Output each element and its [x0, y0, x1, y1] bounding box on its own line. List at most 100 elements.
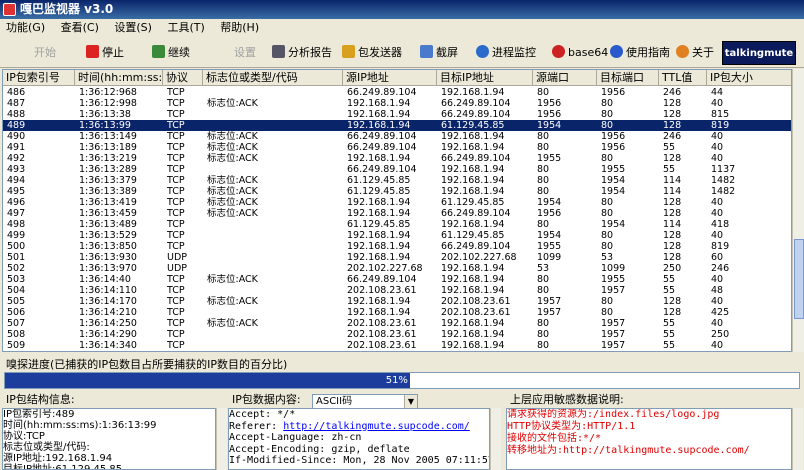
- table-cell: TCP: [167, 175, 185, 186]
- table-row[interactable]: 496 1:36:13:419 TCP 标志位:ACK 192.168.1.94 61.1…: [3, 197, 791, 208]
- table-cell: 128: [663, 230, 682, 241]
- table-cell: 80: [537, 186, 550, 197]
- table-row[interactable]: 488 1:36:13:38 TCP 192.168.1.94 66.249.89.10…: [3, 109, 791, 120]
- table-row[interactable]: 497 1:36:13:459 TCP 标志位:ACK 192.168.1.94 66.2…: [3, 208, 791, 219]
- table-row[interactable]: 499 1:36:13:529 TCP 192.168.1.94 61.129.45.8…: [3, 230, 791, 241]
- menu-settings[interactable]: 设置(S): [108, 19, 158, 37]
- table-cell: 80: [537, 175, 550, 186]
- table-cell: 80: [601, 307, 614, 318]
- sensitive-pane[interactable]: 请求获得的资源为:/index.files/logo.jpg HTTP协议类型为:…: [506, 408, 792, 470]
- table-row[interactable]: 494 1:36:13:379 TCP 标志位:ACK 61.129.45.85 192.…: [3, 175, 791, 186]
- column-header[interactable]: 目标IP地址: [437, 70, 533, 86]
- encoding-select[interactable]: ASCII码 ▼: [312, 394, 418, 409]
- table-cell: 1954: [537, 197, 562, 208]
- column-header[interactable]: 目标端口: [597, 70, 659, 86]
- chevron-down-icon[interactable]: ▼: [404, 395, 417, 408]
- table-row[interactable]: 507 1:36:14:250 TCP 标志位:ACK 202.108.23.61 192…: [3, 318, 791, 329]
- table-row[interactable]: 500 1:36:13:850 TCP 192.168.1.94 66.249.89.1…: [3, 241, 791, 252]
- settings-button[interactable]: 设置: [234, 42, 256, 64]
- table-row[interactable]: 505 1:36:14:170 TCP 标志位:ACK 192.168.1.94 202.…: [3, 296, 791, 307]
- table-cell: TCP: [167, 219, 185, 230]
- table-row[interactable]: 509 1:36:14:340 TCP 202.108.23.61 192.168.1.…: [3, 340, 791, 351]
- report-button[interactable]: 分析报告: [272, 42, 332, 64]
- table-row[interactable]: 493 1:36:13:289 TCP 66.249.89.104 192.168.1.…: [3, 164, 791, 175]
- base64-icon: [552, 45, 565, 58]
- menu-tools[interactable]: 工具(T): [161, 19, 210, 37]
- table-cell: 标志位:ACK: [207, 186, 258, 197]
- sensitive-pane-scrollbar[interactable]: [792, 408, 803, 470]
- column-header[interactable]: 时间(hh:mm:ss:ms): [75, 70, 163, 86]
- guide-button[interactable]: 使用指南: [610, 42, 670, 64]
- struct-pane[interactable]: IP包索引号:489 时间(hh:mm:ss:ms):1:36:13:99 协议:T…: [2, 408, 216, 470]
- struct-pane-scrollbar[interactable]: [216, 408, 227, 470]
- column-header[interactable]: 源IP地址: [343, 70, 437, 86]
- table-cell: 1956: [601, 87, 626, 98]
- referer-link[interactable]: http://talkingmute.supcode.com/: [283, 421, 470, 432]
- column-header[interactable]: TTL值: [659, 70, 707, 86]
- table-row[interactable]: 508 1:36:14:290 TCP 202.108.23.61 192.168.1.…: [3, 329, 791, 340]
- continue-button[interactable]: 继续: [152, 42, 190, 64]
- menu-help[interactable]: 帮助(H): [214, 19, 265, 37]
- struct-line: IP包索引号:489: [3, 409, 75, 420]
- data-pane-scrollbar[interactable]: [490, 408, 501, 470]
- table-cell: 1482: [711, 186, 736, 197]
- column-header[interactable]: IP包大小: [707, 70, 791, 86]
- table-cell: 1:36:13:529: [79, 230, 137, 241]
- table-row[interactable]: 503 1:36:14:40 TCP 标志位:ACK 66.249.89.104 192.…: [3, 274, 791, 285]
- table-cell: 1:36:13:970: [79, 263, 137, 274]
- table-cell: 202.102.227.68: [441, 252, 517, 263]
- base64-button[interactable]: base64: [552, 42, 608, 64]
- menu-function[interactable]: 功能(G): [0, 19, 51, 37]
- table-row[interactable]: 495 1:36:13:389 TCP 标志位:ACK 61.129.45.85 192.…: [3, 186, 791, 197]
- table-cell: 503: [7, 274, 26, 285]
- packet-table[interactable]: IP包索引号时间(hh:mm:ss:ms)协议标志位或类型/代码源IP地址目标I…: [2, 69, 792, 352]
- data-line: If-Modified-Since: Mon, 28 Nov 2005 07:1…: [229, 455, 490, 466]
- table-cell: 1:36:14:40: [79, 274, 131, 285]
- table-cell: 55: [663, 285, 676, 296]
- table-cell: 80: [537, 285, 550, 296]
- table-cell: 192.168.1.94: [347, 230, 411, 241]
- menu-view[interactable]: 查看(C): [55, 19, 105, 37]
- column-header[interactable]: 标志位或类型/代码: [203, 70, 343, 86]
- screenshot-button[interactable]: 截屏: [420, 42, 458, 64]
- start-button[interactable]: 开始: [34, 42, 56, 64]
- table-cell: 246: [711, 263, 730, 274]
- screenshot-label: 截屏: [436, 46, 458, 59]
- app-icon: [3, 3, 16, 16]
- data-pane[interactable]: Accept: */* Referer: http://talkingmute.…: [228, 408, 490, 470]
- table-cell: 80: [601, 197, 614, 208]
- table-cell: 1:36:13:149: [79, 131, 137, 142]
- table-row[interactable]: 506 1:36:14:210 TCP 192.168.1.94 202.108.23.…: [3, 307, 791, 318]
- table-cell: 202.102.227.68: [347, 263, 423, 274]
- table-row[interactable]: 498 1:36:13:489 TCP 61.129.45.85 192.168.1.9…: [3, 219, 791, 230]
- table-cell: 192.168.1.94: [441, 142, 505, 153]
- process-button[interactable]: 进程监控: [476, 42, 536, 64]
- table-row[interactable]: 504 1:36:14:110 TCP 202.108.23.61 192.168.1.…: [3, 285, 791, 296]
- stop-button[interactable]: 停止: [86, 42, 124, 64]
- column-header[interactable]: 协议: [163, 70, 203, 86]
- table-row[interactable]: 502 1:36:13:970 UDP 202.102.227.68 192.168.1…: [3, 263, 791, 274]
- column-header[interactable]: 源端口: [533, 70, 597, 86]
- table-row[interactable]: 486 1:36:12:968 TCP 66.249.89.104 192.168.1.…: [3, 87, 791, 98]
- table-cell: 192.168.1.94: [347, 296, 411, 307]
- table-cell: 128: [663, 296, 682, 307]
- table-cell: 80: [601, 230, 614, 241]
- sender-button[interactable]: 包发送器: [342, 42, 402, 64]
- struct-line: 标志位或类型/代码:: [3, 442, 90, 453]
- table-cell: 418: [711, 219, 730, 230]
- table-cell: TCP: [167, 274, 185, 285]
- table-row[interactable]: 492 1:36:13:219 TCP 标志位:ACK 192.168.1.94 66.2…: [3, 153, 791, 164]
- column-header[interactable]: IP包索引号: [3, 70, 75, 86]
- table-cell: 61.129.45.85: [441, 197, 505, 208]
- sensitive-line: 请求获得的资源为:/index.files/logo.jpg: [507, 409, 720, 420]
- scroll-thumb[interactable]: [794, 239, 804, 319]
- brand-logo: talkingmute: [722, 41, 796, 65]
- table-row[interactable]: 501 1:36:13:930 UDP 192.168.1.94 202.102.227…: [3, 252, 791, 263]
- table-row[interactable]: 491 1:36:13:189 TCP 标志位:ACK 66.249.89.104 192…: [3, 142, 791, 153]
- table-row[interactable]: 490 1:36:13:149 TCP 标志位:ACK 66.249.89.104 192…: [3, 131, 791, 142]
- about-button[interactable]: 关于: [676, 42, 714, 64]
- table-row-selected[interactable]: 489 1:36:13:99 TCP 192.168.1.94 61.129.45.85…: [3, 120, 791, 131]
- table-cell: 128: [663, 241, 682, 252]
- table-row[interactable]: 487 1:36:12:998 TCP 标志位:ACK 192.168.1.94 66.2…: [3, 98, 791, 109]
- table-scrollbar[interactable]: [792, 69, 804, 352]
